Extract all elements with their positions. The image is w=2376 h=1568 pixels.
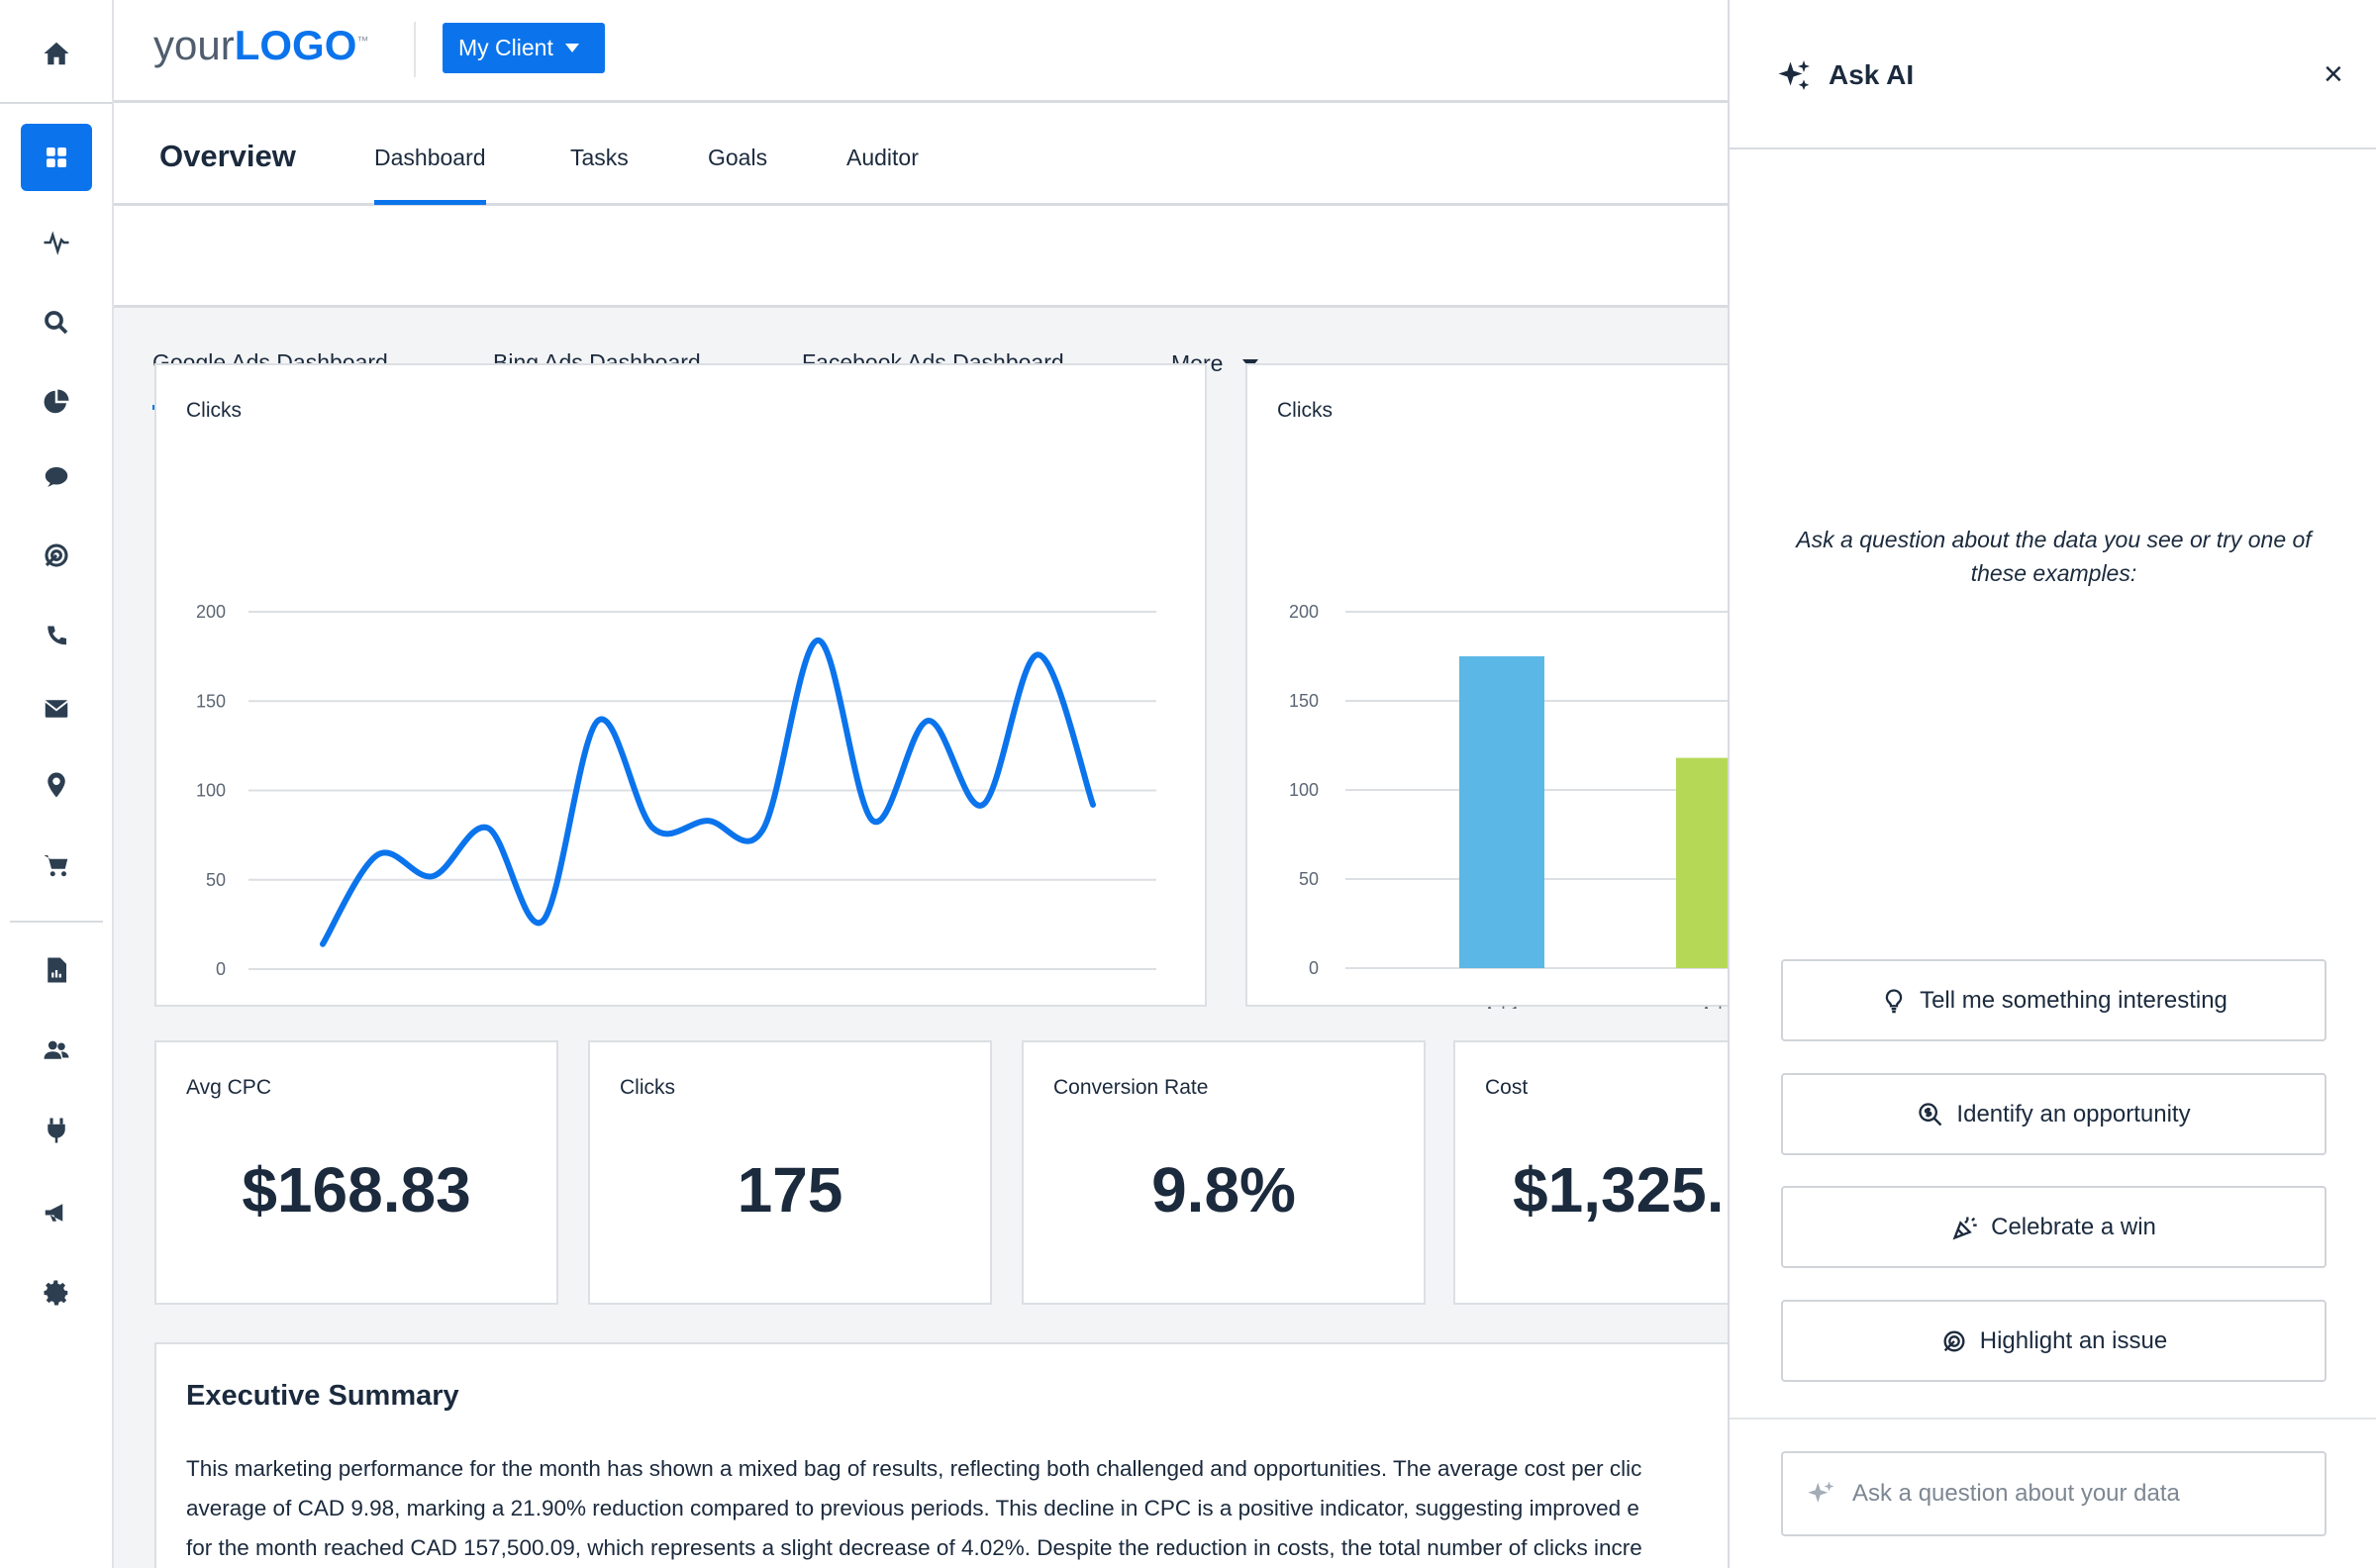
bar-ad-1	[1459, 656, 1544, 968]
tab-dashboard[interactable]: Dashboard.tab.active::after{top:auto;bot…	[374, 145, 486, 205]
suggestion-celebrate-win[interactable]: Celebrate a win	[1781, 1186, 2326, 1268]
ai-title: Ask AI	[1829, 59, 1915, 90]
kpi-label: Conversion Rate	[1053, 1076, 1209, 1099]
users-icon[interactable]	[0, 1026, 112, 1075]
tab-tasks[interactable]: Tasks	[570, 145, 629, 171]
line-chart-card: Clicks 0 50 100 150 200	[154, 363, 1207, 1007]
dashboard-icon[interactable]	[21, 124, 92, 191]
activity-icon[interactable]	[0, 218, 112, 267]
tab-goals[interactable]: Goals	[708, 145, 767, 171]
primary-nav: Overview Dashboard.tab.active::after{top…	[114, 103, 1728, 206]
target-icon[interactable]	[0, 531, 112, 580]
kpi-card-avg-cpc: Avg CPC $168.83	[154, 1040, 558, 1305]
kpi-value: $1,325.	[1513, 1154, 1725, 1225]
line-chart: 0 50 100 150 200	[196, 602, 1156, 979]
y-tick-label: 200	[1289, 602, 1319, 622]
kpi-label: Avg CPC	[186, 1076, 271, 1099]
bar-chart: 0 50 100 150 200 Ad 1 Ad 2	[1289, 602, 1728, 1009]
ai-header: Ask AI ×	[1730, 0, 2376, 149]
ask-ai-panel: Ask AI × Ask a question about the data y…	[1728, 0, 2376, 1568]
summary-line: This marketing performance for the month…	[186, 1456, 1642, 1481]
y-tick-label: 100	[1289, 780, 1319, 800]
chat-icon[interactable]	[0, 452, 112, 502]
y-tick-label: 0	[216, 959, 226, 979]
suggestion-label: Celebrate a win	[1991, 1213, 2156, 1240]
page-title: Overview	[159, 139, 296, 173]
mail-icon[interactable]	[0, 684, 112, 734]
plug-icon[interactable]	[0, 1106, 112, 1155]
kpi-label: Cost	[1485, 1076, 1529, 1099]
bar-ad-2	[1676, 757, 1728, 968]
dashboard-tabs: Google Ads Dashboard Bing Ads Dashboard …	[114, 206, 1728, 410]
suggestion-identify-opportunity[interactable]: Identify an opportunity	[1781, 1073, 2326, 1155]
close-icon[interactable]: ×	[2324, 55, 2343, 94]
header-divider	[414, 22, 416, 77]
suggestion-label: Identify an opportunity	[1956, 1100, 2191, 1127]
x-tick-label: Ad 1	[1483, 1004, 1520, 1009]
tab-label: Dashboard	[374, 145, 486, 170]
gear-icon[interactable]	[0, 1268, 112, 1318]
pie-chart-icon[interactable]	[0, 377, 112, 427]
logo-text-bold: LOGO	[234, 22, 357, 68]
executive-summary-card: Executive Summary This marketing perform…	[154, 1342, 1728, 1568]
y-tick-label: 150	[1289, 691, 1319, 711]
top-bar: yourLOGO™ My Client	[114, 0, 1728, 103]
client-select[interactable]: My Client	[443, 23, 605, 73]
sparkle-icon	[1778, 60, 1810, 90]
y-tick-label: 50	[206, 870, 226, 890]
summary-body: This marketing performance for the month…	[186, 1449, 1642, 1568]
sidebar-divider	[0, 102, 112, 104]
kpi-card-cost: Cost $1,325.	[1453, 1040, 1728, 1305]
ai-prompt-text: Ask a question about the data you see or…	[1796, 527, 2312, 586]
party-popper-icon	[1952, 1217, 1977, 1240]
client-select-label: My Client	[458, 35, 553, 60]
logo-tm: ™	[356, 34, 369, 48]
suggestion-label: Highlight an issue	[1979, 1326, 2168, 1354]
kpi-value: $168.83	[242, 1154, 471, 1225]
target-icon	[1943, 1330, 1965, 1351]
ai-question-input[interactable]: Ask a question about your data	[1781, 1451, 2326, 1536]
input-placeholder: Ask a question about your data	[1852, 1480, 2180, 1507]
report-icon[interactable]	[0, 945, 112, 995]
summary-line: average of CAD 9.98, marking a 21.90% re…	[186, 1496, 1639, 1520]
suggestion-label: Tell me something interesting	[1920, 986, 2228, 1014]
kpi-value: 175	[737, 1154, 843, 1225]
phone-icon[interactable]	[0, 609, 112, 658]
kpi-label: Clicks	[620, 1076, 675, 1099]
sparkle-icon	[1808, 1481, 1834, 1503]
lightbulb-icon	[1885, 988, 1903, 1013]
suggestion-highlight-issue[interactable]: Highlight an issue	[1781, 1300, 2326, 1382]
ai-divider	[1730, 1418, 2376, 1420]
cart-icon[interactable]	[0, 840, 112, 890]
logo: yourLOGO™	[153, 22, 368, 69]
megaphone-icon[interactable]	[0, 1188, 112, 1237]
x-tick-label: Ad 2	[1700, 1004, 1728, 1009]
y-tick-label: 150	[196, 691, 226, 711]
location-icon[interactable]	[0, 760, 112, 810]
bar-chart-card: Clicks 050100150200Ad 1Ad 2	[1245, 363, 1728, 1009]
tab-auditor[interactable]: Auditor	[846, 145, 919, 171]
suggestion-tell-interesting[interactable]: Tell me something interesting	[1781, 959, 2326, 1041]
search-icon[interactable]	[0, 298, 112, 347]
kpi-card-conversion-rate: Conversion Rate 9.8%	[1022, 1040, 1426, 1305]
y-tick-label: 100	[196, 781, 226, 801]
kpi-card-clicks: Clicks 175	[588, 1040, 992, 1305]
home-icon[interactable]	[0, 29, 112, 78]
y-tick-label: 200	[196, 602, 226, 622]
sidebar-divider	[10, 921, 103, 923]
summary-line: for the month reached CAD 157,500.09, wh…	[186, 1535, 1642, 1560]
y-tick-label: 50	[1299, 869, 1319, 889]
logo-text: your	[153, 22, 235, 68]
main-content: Overview Dashboard.tab.active::after{top…	[114, 103, 1728, 1568]
sidebar	[0, 0, 114, 1568]
chevron-down-icon	[564, 44, 579, 52]
y-tick-label: 0	[1309, 958, 1319, 978]
summary-title: Executive Summary	[186, 1380, 459, 1412]
kpi-value: 9.8%	[1151, 1154, 1296, 1225]
clicks-line	[320, 637, 1096, 947]
search-dollar-icon	[1919, 1102, 1942, 1126]
